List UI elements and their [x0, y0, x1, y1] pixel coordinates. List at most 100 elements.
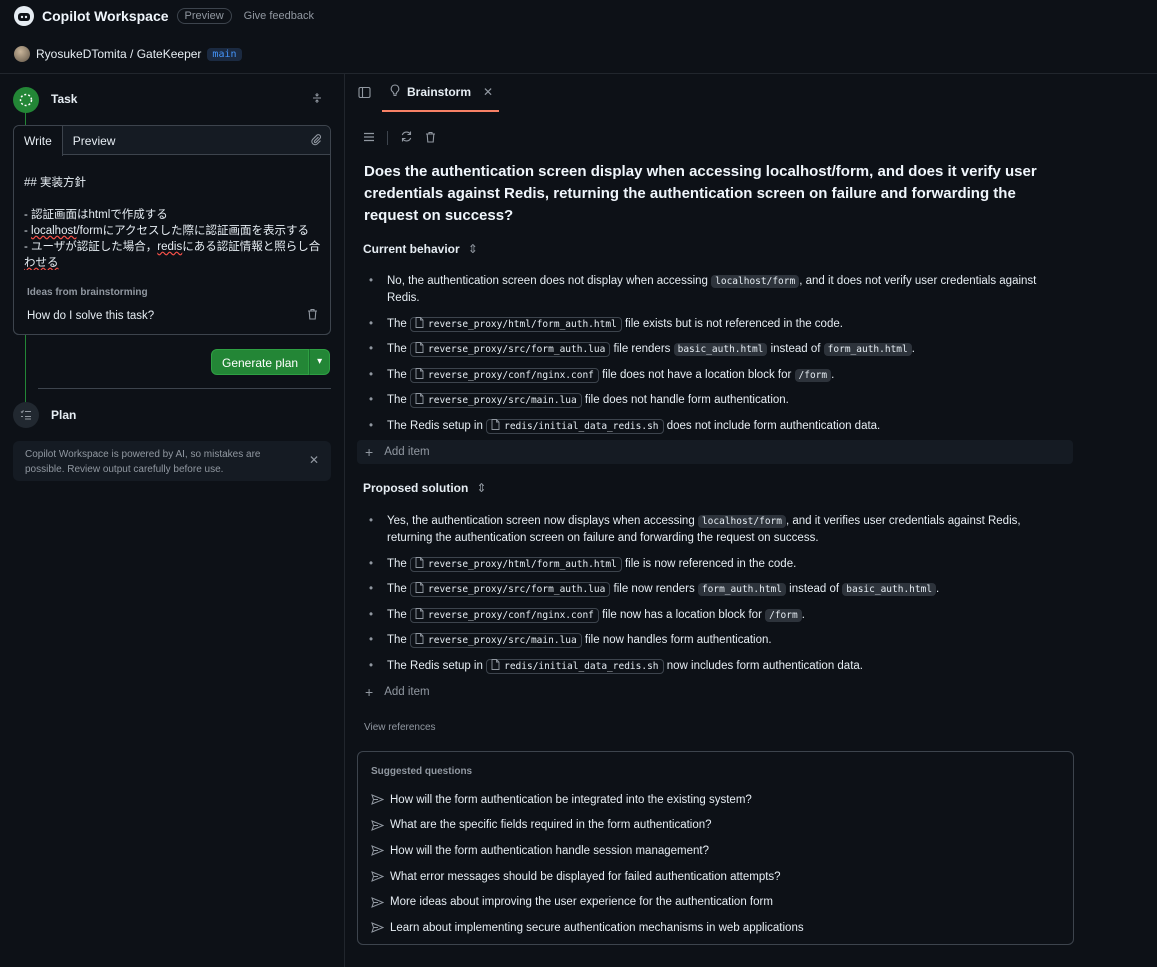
current-behavior-title: Current behavior — [363, 242, 460, 256]
proposed-solution-title: Proposed solution — [363, 481, 469, 495]
editor-tabs: Write Preview — [14, 126, 330, 156]
repo-path[interactable]: RyosukeDTomita / GateKeeper — [36, 47, 201, 61]
send-icon — [371, 896, 384, 908]
item-text: The — [387, 394, 411, 406]
view-references-link[interactable]: View references — [364, 722, 436, 733]
suggested-questions-list: How will the form authentication be inte… — [371, 787, 804, 941]
give-feedback-link[interactable]: Give feedback — [244, 10, 314, 22]
list-item: Yes, the authentication screen now displ… — [367, 513, 1047, 547]
file-reference[interactable]: redis/initial_data_redis.sh — [486, 418, 664, 434]
expand-collapse-icon[interactable]: ⇕ — [468, 242, 478, 256]
tab-brainstorm[interactable]: Brainstorm ✕ — [382, 74, 499, 112]
file-reference[interactable]: reverse_proxy/html/form_auth.html — [410, 556, 622, 572]
menu-icon[interactable] — [363, 131, 375, 146]
suggested-question[interactable]: What are the specific fields required in… — [371, 813, 804, 839]
file-reference[interactable]: reverse_proxy/conf/nginx.conf — [410, 367, 599, 383]
close-icon[interactable]: ✕ — [309, 453, 319, 468]
item-text: instead of — [785, 583, 843, 595]
idea-item[interactable]: How do I solve this task? — [27, 310, 154, 322]
task-status-icon — [13, 87, 39, 113]
item-text: instead of — [767, 343, 824, 355]
plus-icon: + — [365, 684, 374, 700]
tab-preview[interactable]: Preview — [63, 126, 126, 154]
refresh-icon[interactable] — [400, 130, 413, 146]
task-label: Task — [51, 92, 78, 106]
inline-code: localhost/form — [711, 275, 800, 288]
branch-badge: main — [207, 47, 242, 61]
suggested-questions-title: Suggested questions — [371, 766, 473, 777]
paperclip-icon[interactable] — [310, 133, 322, 149]
suggested-question[interactable]: How will the form authentication handle … — [371, 838, 804, 864]
file-reference[interactable]: reverse_proxy/src/main.lua — [410, 393, 582, 408]
list-item: The reverse_proxy/src/main.lua file does… — [367, 392, 1047, 409]
brainstorm-question: Does the authentication screen display w… — [364, 163, 1037, 224]
suggested-question[interactable]: How will the form authentication be inte… — [371, 787, 804, 813]
inline-code: /form — [794, 368, 832, 382]
notice-text: Copilot Workspace is powered by AI, so m… — [25, 449, 261, 475]
inline-code: /form — [765, 608, 802, 622]
item-text: The — [387, 343, 411, 355]
current-behavior-list: No, the authentication screen does not d… — [367, 273, 1047, 443]
trash-icon[interactable] — [307, 308, 318, 323]
list-item: The reverse_proxy/html/form_auth.html fi… — [367, 556, 1047, 573]
file-path: reverse_proxy/html/form_auth.html — [428, 318, 617, 330]
item-text: The — [387, 317, 411, 330]
suggested-question[interactable]: More ideas about improving the user expe… — [371, 889, 804, 915]
inline-code: basic_auth.html — [842, 583, 937, 596]
file-reference[interactable]: redis/initial_data_redis.sh — [486, 658, 664, 674]
suggested-question-text: How will the form authentication be inte… — [390, 793, 752, 806]
item-text: file exists but is not referenced in the… — [621, 317, 843, 330]
file-reference[interactable]: reverse_proxy/conf/nginx.conf — [410, 607, 599, 623]
list-item: The reverse_proxy/src/main.lua file now … — [367, 632, 1047, 649]
add-item-button[interactable]: + Add item — [357, 680, 1073, 704]
sidebar-toggle-icon[interactable] — [358, 86, 371, 102]
tab-brainstorm-label: Brainstorm — [407, 85, 472, 99]
file-reference[interactable]: reverse_proxy/src/main.lua — [410, 633, 582, 648]
suggested-question-text: What error messages should be displayed … — [390, 870, 781, 883]
file-reference[interactable]: reverse_proxy/src/form_auth.lua — [410, 582, 611, 597]
file-reference[interactable]: reverse_proxy/html/form_auth.html — [410, 316, 622, 332]
editor-line: - localhost/formにアクセスした際に認証画面を表示する — [24, 225, 310, 237]
repo-bar: RyosukeDTomita / GateKeeper main — [0, 38, 1157, 70]
file-reference[interactable]: reverse_proxy/src/form_auth.lua — [410, 342, 611, 357]
chevron-down-icon[interactable]: ▾ — [309, 349, 331, 375]
add-item-button[interactable]: + Add item — [357, 440, 1073, 464]
tab-write[interactable]: Write — [14, 126, 63, 156]
file-path: reverse_proxy/src/main.lua — [428, 635, 577, 646]
trash-icon[interactable] — [425, 131, 436, 146]
current-behavior-heading: Current behavior ⇕ — [363, 242, 478, 256]
copilot-logo-icon[interactable] — [14, 6, 34, 26]
lightbulb-icon — [390, 84, 400, 100]
item-text: No, the authentication screen does not d… — [387, 275, 712, 287]
suggested-question-text: How will the form authentication handle … — [390, 844, 709, 857]
brainstorm-ideas: Ideas from brainstorming How do I solve … — [13, 270, 331, 335]
close-tab-icon[interactable]: ✕ — [483, 85, 493, 99]
list-item: The Redis setup in redis/initial_data_re… — [367, 658, 1047, 675]
item-text: does not include form authentication dat… — [663, 419, 881, 432]
expand-collapse-icon[interactable]: ⇕ — [476, 481, 486, 495]
app-title[interactable]: Copilot Workspace — [42, 8, 169, 24]
item-text: file does not have a location block for — [598, 368, 795, 381]
suggested-question[interactable]: What error messages should be displayed … — [371, 864, 804, 890]
send-icon — [371, 871, 384, 882]
generate-plan-button[interactable]: Generate plan — [211, 349, 310, 375]
list-item: The Redis setup in redis/initial_data_re… — [367, 418, 1047, 435]
suggested-question[interactable]: Learn about implementing secure authenti… — [371, 915, 804, 941]
item-text: The — [387, 634, 411, 646]
list-item: The reverse_proxy/html/form_auth.html fi… — [367, 316, 1047, 333]
file-path: redis/initial_data_redis.sh — [504, 420, 659, 432]
item-text: The — [387, 608, 411, 621]
collapse-icon[interactable] — [311, 92, 323, 107]
send-icon — [371, 845, 384, 857]
editor-line: - 認証画面はhtmlで作成する — [24, 209, 168, 221]
item-text: now includes form authentication data. — [663, 659, 863, 672]
tab-bar: Brainstorm ✕ — [345, 74, 1157, 112]
file-path: reverse_proxy/conf/nginx.conf — [428, 609, 594, 621]
task-textarea[interactable]: ## 実装方針 - 認証画面はhtmlで作成する - localhost/for… — [14, 155, 330, 270]
spellcheck-word: redis — [157, 241, 183, 253]
inline-code: form_auth.html — [823, 343, 912, 356]
add-item-label: Add item — [384, 446, 430, 458]
plan-list-icon — [13, 402, 39, 428]
list-item: The reverse_proxy/conf/nginx.conf file n… — [367, 607, 1047, 624]
